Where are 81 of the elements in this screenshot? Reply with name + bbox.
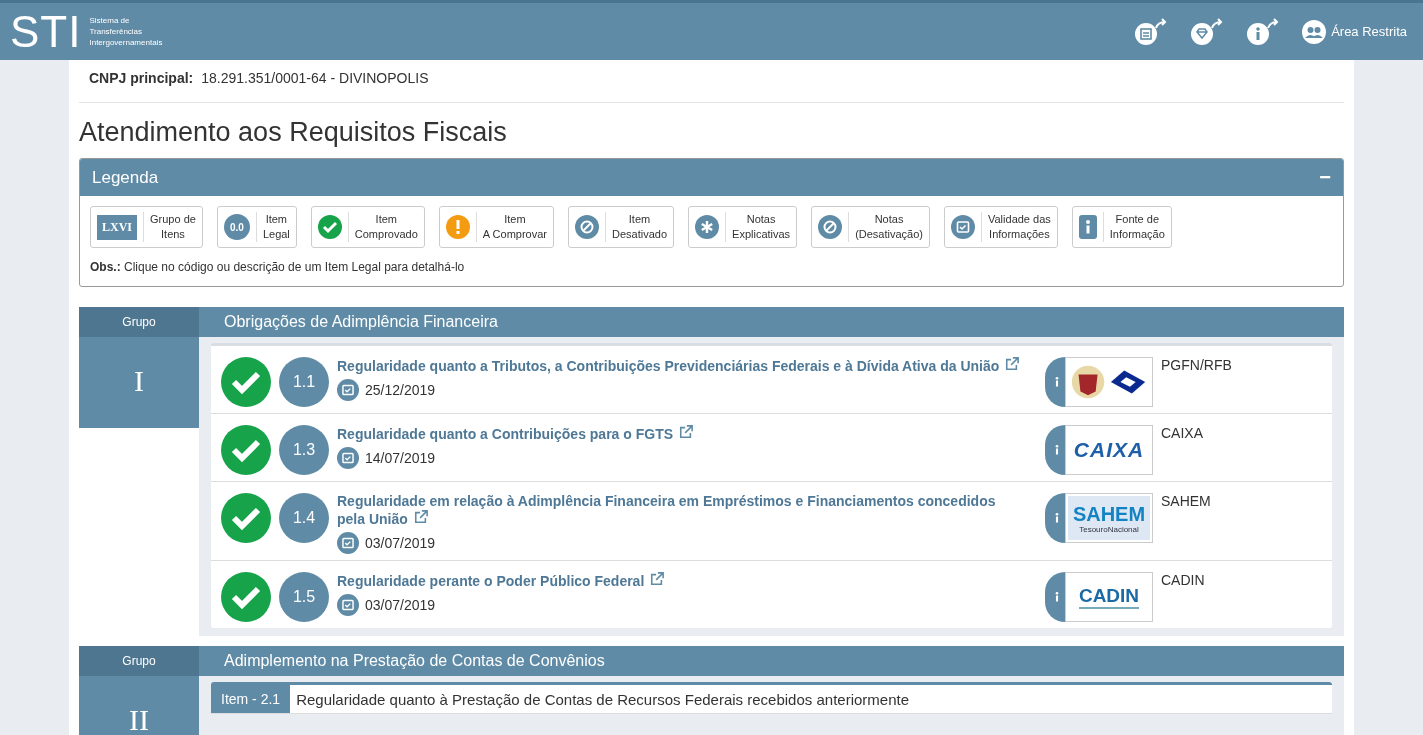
external-link-icon xyxy=(1005,357,1020,371)
source-info-button[interactable] xyxy=(1045,493,1065,543)
disabled-icon xyxy=(818,215,843,239)
validity-date: 03/07/2019 xyxy=(365,597,436,613)
item-title-link[interactable]: Regularidade em relação à Adimplência Financeira em Empréstimos e Financiamentos concedidos pela União xyxy=(337,493,1025,528)
info-icon xyxy=(1054,376,1060,388)
check-status-icon xyxy=(221,425,271,475)
logo-subtitle: Intergovernamentais xyxy=(89,37,163,48)
info-icon xyxy=(1054,591,1060,603)
info-icon xyxy=(1078,215,1097,239)
logo-text[interactable]: STI xyxy=(10,9,82,54)
source-name: CADIN xyxy=(1161,572,1205,590)
item-code[interactable]: 1.4 xyxy=(279,493,329,543)
external-link-icon xyxy=(650,572,665,586)
document-share-icon[interactable] xyxy=(1134,17,1169,46)
source-name: PGFN/RFB xyxy=(1161,357,1232,375)
validity-date: 14/07/2019 xyxy=(365,450,436,466)
item-code-label: Item - 2.1 xyxy=(211,685,291,713)
calendar-icon xyxy=(951,215,975,239)
info-share-icon[interactable] xyxy=(1246,17,1281,46)
item-title-link[interactable]: Regularidade quanto a Tributos, a Contribuições Previdenciárias Federais e à Dívida Ativa da União xyxy=(337,357,1025,375)
cnpj-label: CNPJ principal: xyxy=(89,70,194,88)
code-badge: 0.0 xyxy=(223,214,250,240)
legend-label: Notas Explicativas xyxy=(725,212,791,242)
legend-title: Legenda xyxy=(92,167,159,188)
page-title: Atendimento aos Requisitos Fiscais xyxy=(79,117,508,148)
external-link-icon xyxy=(413,510,428,524)
logo-subtitle: Transferências xyxy=(89,26,144,37)
group-numeral[interactable]: I xyxy=(79,337,199,428)
legend-label: Item Legal xyxy=(255,212,290,242)
warning-icon xyxy=(445,215,470,239)
source-info-button[interactable] xyxy=(1045,357,1065,407)
legend-label: Validade das Informações xyxy=(981,212,1051,242)
source-name: CAIXA xyxy=(1161,425,1203,443)
calendar-icon xyxy=(337,379,359,401)
item-title-link[interactable]: Regularidade perante o Poder Público Federal xyxy=(337,572,1025,590)
group-title: Obrigações de Adimplência Financeira xyxy=(199,307,1344,337)
item-code[interactable]: 1.1 xyxy=(279,357,329,407)
source-info-button[interactable] xyxy=(1045,572,1065,622)
roman-badge: LXVI xyxy=(97,214,137,240)
check-status-icon xyxy=(221,493,271,543)
logo-text: CADIN xyxy=(1078,585,1140,609)
info-icon xyxy=(1054,512,1060,524)
logo-subtitle: TesouroNacional xyxy=(1079,524,1139,534)
source-info-button[interactable] xyxy=(1045,425,1065,475)
group-title: Adimplemento na Prestação de Contas de Convênios xyxy=(199,646,1344,676)
check-status-icon xyxy=(221,357,271,407)
validity-date: 25/12/2019 xyxy=(365,382,436,398)
calendar-icon xyxy=(337,532,359,554)
restricted-area-link[interactable]: Área Restrita xyxy=(1302,19,1407,44)
legend-label: Notas (Desativação) xyxy=(848,212,923,242)
users-icon xyxy=(1302,19,1327,44)
legend-label: Fonte de Informação xyxy=(1102,212,1165,242)
asterisk-icon xyxy=(695,215,720,239)
item-code[interactable]: 1.3 xyxy=(279,425,329,475)
legend-label: Item Desativado xyxy=(605,212,668,242)
group-label: Grupo xyxy=(79,646,199,676)
observation-note: Obs.: Clique no código ou descrição de um Item Legal para detalhá-lo xyxy=(90,260,466,274)
item-code[interactable]: 1.5 xyxy=(279,572,329,622)
calendar-icon xyxy=(337,447,359,469)
group-numeral[interactable]: II xyxy=(79,676,199,735)
legend-label: Grupo de Itens xyxy=(143,212,196,242)
item-title-link[interactable]: Regularidade quanto a Contribuições para o FGTS xyxy=(337,425,1025,443)
legend-label: Item A Comprovar xyxy=(475,212,547,242)
logo-text: CAIXA xyxy=(1073,438,1145,462)
calendar-icon xyxy=(337,594,359,616)
logo-subtitle: Sistema de xyxy=(89,15,131,26)
cnpj-value: 18.291.351/0001-64 - DIVINOPOLIS xyxy=(201,70,429,88)
item-heading: Regularidade quanto à Prestação de Contas de Recursos Federais recebidos anteriormente xyxy=(295,690,909,708)
group-label: Grupo xyxy=(79,307,199,337)
source-name: SAHEM xyxy=(1161,493,1211,511)
validity-date: 03/07/2019 xyxy=(365,535,436,551)
diamond-share-icon[interactable] xyxy=(1190,17,1225,46)
legend-label: Item Comprovado xyxy=(347,212,418,242)
disabled-icon xyxy=(575,215,599,239)
info-icon xyxy=(1054,444,1060,456)
collapse-button[interactable]: − xyxy=(1319,166,1331,189)
logo-text: SAHEM xyxy=(1072,502,1146,525)
check-icon xyxy=(317,215,342,239)
external-link-icon xyxy=(679,425,694,439)
check-status-icon xyxy=(221,572,271,622)
